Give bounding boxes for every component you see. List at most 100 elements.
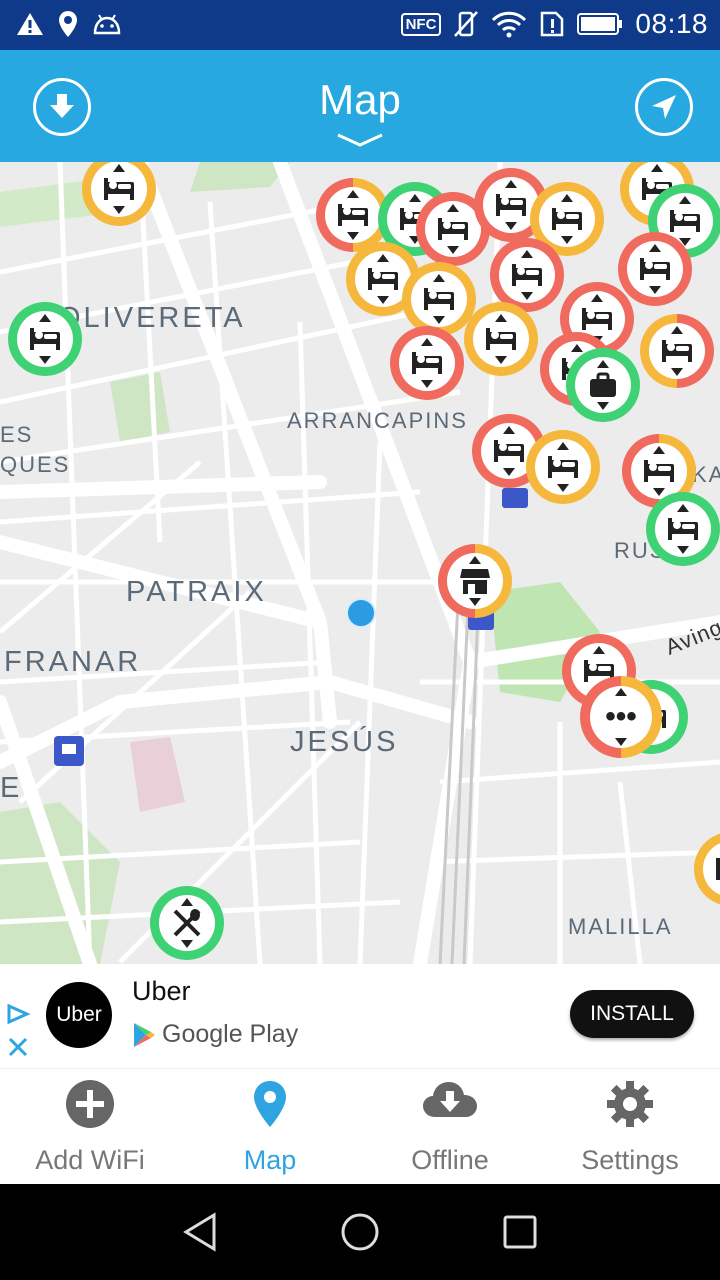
ad-banner[interactable]: Uber Uber Google Play INSTALL <box>0 964 720 1068</box>
navigate-button[interactable] <box>635 78 693 136</box>
map-marker[interactable] <box>438 544 512 618</box>
map-marker[interactable] <box>646 492 720 566</box>
marker-arrow-down-icon <box>597 402 609 410</box>
marker-arrow-down-icon <box>377 296 389 304</box>
install-button[interactable]: INSTALL <box>570 990 694 1038</box>
google-play-icon <box>134 1022 155 1047</box>
map-label: ARRANCAPINS <box>287 408 468 433</box>
marker-arrow-down-icon <box>433 316 445 324</box>
map-label: QUES <box>0 452 71 477</box>
marker-arrow-up-icon <box>591 294 603 302</box>
map-marker[interactable] <box>640 314 714 388</box>
map-label: KA <box>692 462 720 487</box>
map-marker[interactable] <box>150 886 224 960</box>
marker-arrow-up-icon <box>503 426 515 434</box>
marker-arrow-down-icon <box>113 206 125 214</box>
tab-map[interactable]: Map <box>180 1069 360 1184</box>
clock: 08:18 <box>635 8 708 39</box>
marker-arrow-down-icon <box>447 246 459 254</box>
marker-arrow-up-icon <box>39 314 51 322</box>
marker-arrow-up-icon <box>557 442 569 450</box>
marker-arrow-down-icon <box>347 232 359 240</box>
marker-arrow-down-icon <box>671 368 683 376</box>
marker-arrow-up-icon <box>571 344 583 352</box>
map-label: PATRAIX <box>126 576 267 608</box>
battery-icon <box>577 13 623 35</box>
marker-arrow-up-icon <box>469 556 481 564</box>
advertiser-name[interactable]: Uber <box>132 976 191 1007</box>
status-bar: NFC 08:18 <box>0 0 720 50</box>
marker-arrow-up-icon <box>447 204 459 212</box>
store-name: Google Play <box>162 1020 299 1048</box>
map-marker[interactable] <box>402 262 476 336</box>
tab-add-wifi[interactable]: Add WiFi <box>0 1069 180 1184</box>
system-navigation-bar <box>0 1184 720 1280</box>
map-marker[interactable] <box>8 302 82 376</box>
marker-arrow-down-icon <box>557 484 569 492</box>
advertiser-logo[interactable]: Uber <box>46 982 112 1048</box>
map-marker[interactable] <box>566 348 640 422</box>
map-marker[interactable] <box>464 302 538 376</box>
map-label: MALILLA <box>568 914 673 939</box>
back-icon[interactable] <box>182 1212 218 1252</box>
map-view[interactable]: OLIVERETA ARRANCAPINS PATRAIX FRANAR JES… <box>0 162 720 964</box>
marker-arrow-up-icon <box>649 244 661 252</box>
add-circle-icon <box>66 1080 114 1128</box>
marker-arrow-up-icon <box>651 164 663 172</box>
page-title[interactable]: Map <box>0 76 720 124</box>
current-location-dot <box>346 598 376 628</box>
tab-settings[interactable]: Settings <box>540 1069 720 1184</box>
home-icon[interactable] <box>340 1212 380 1252</box>
map-marker[interactable] <box>618 232 692 306</box>
tab-offline[interactable]: Offline <box>360 1069 540 1184</box>
map-label: OLIVERETA <box>58 302 246 334</box>
marker-arrow-up-icon <box>409 194 421 202</box>
marker-arrow-down-icon <box>421 380 433 388</box>
map-label: E <box>0 772 23 804</box>
ad-choices-icon[interactable] <box>6 1003 31 1025</box>
recents-icon[interactable] <box>502 1214 538 1250</box>
marker-arrow-up-icon <box>421 338 433 346</box>
tab-label: Add WiFi <box>35 1145 145 1175</box>
marker-icon <box>703 841 720 897</box>
ad-choices[interactable] <box>6 1003 31 1059</box>
vibrate-off-icon <box>454 11 479 37</box>
map-label: FRANAR <box>4 646 142 678</box>
marker-arrow-down-icon <box>181 940 193 948</box>
tab-label: Offline <box>411 1145 489 1175</box>
app-bar: Map <box>0 50 720 162</box>
close-icon[interactable] <box>6 1035 30 1059</box>
tab-label: Map <box>243 1145 297 1175</box>
marker-arrow-up-icon <box>347 190 359 198</box>
map-marker[interactable] <box>526 430 600 504</box>
marker-arrow-up-icon <box>671 326 683 334</box>
map-label: JESÚS <box>290 726 399 758</box>
wifi-icon <box>492 11 527 38</box>
marker-arrow-up-icon <box>561 194 573 202</box>
cloud-download-icon <box>423 1082 477 1117</box>
more-places-marker[interactable]: ••• <box>580 676 662 758</box>
map-marker[interactable] <box>390 326 464 400</box>
marker-arrow-up-icon <box>521 250 533 258</box>
marker-arrow-up-icon <box>677 504 689 512</box>
marker-arrow-down-icon <box>615 738 627 746</box>
marker-arrow-up-icon <box>593 646 605 654</box>
marker-arrow-down-icon <box>469 598 481 606</box>
tab-label: Settings <box>581 1145 679 1175</box>
marker-arrow-down-icon <box>653 488 665 496</box>
marker-arrow-up-icon <box>433 274 445 282</box>
marker-arrow-up-icon <box>615 688 627 696</box>
marker-arrow-down-icon <box>495 356 507 364</box>
gear-icon <box>607 1081 653 1127</box>
marker-arrow-up-icon <box>505 180 517 188</box>
store-badge[interactable]: Google Play <box>132 1020 298 1049</box>
marker-arrow-up-icon <box>679 196 691 204</box>
marker-arrow-down-icon <box>39 356 51 364</box>
marker-arrow-up-icon <box>597 360 609 368</box>
map-marker[interactable] <box>490 238 564 312</box>
marker-arrow-up-icon <box>653 446 665 454</box>
chevron-down-icon[interactable] <box>336 132 384 148</box>
nfc-icon: NFC <box>400 12 442 36</box>
sim-alert-icon <box>541 11 564 37</box>
location-icon <box>59 11 77 37</box>
